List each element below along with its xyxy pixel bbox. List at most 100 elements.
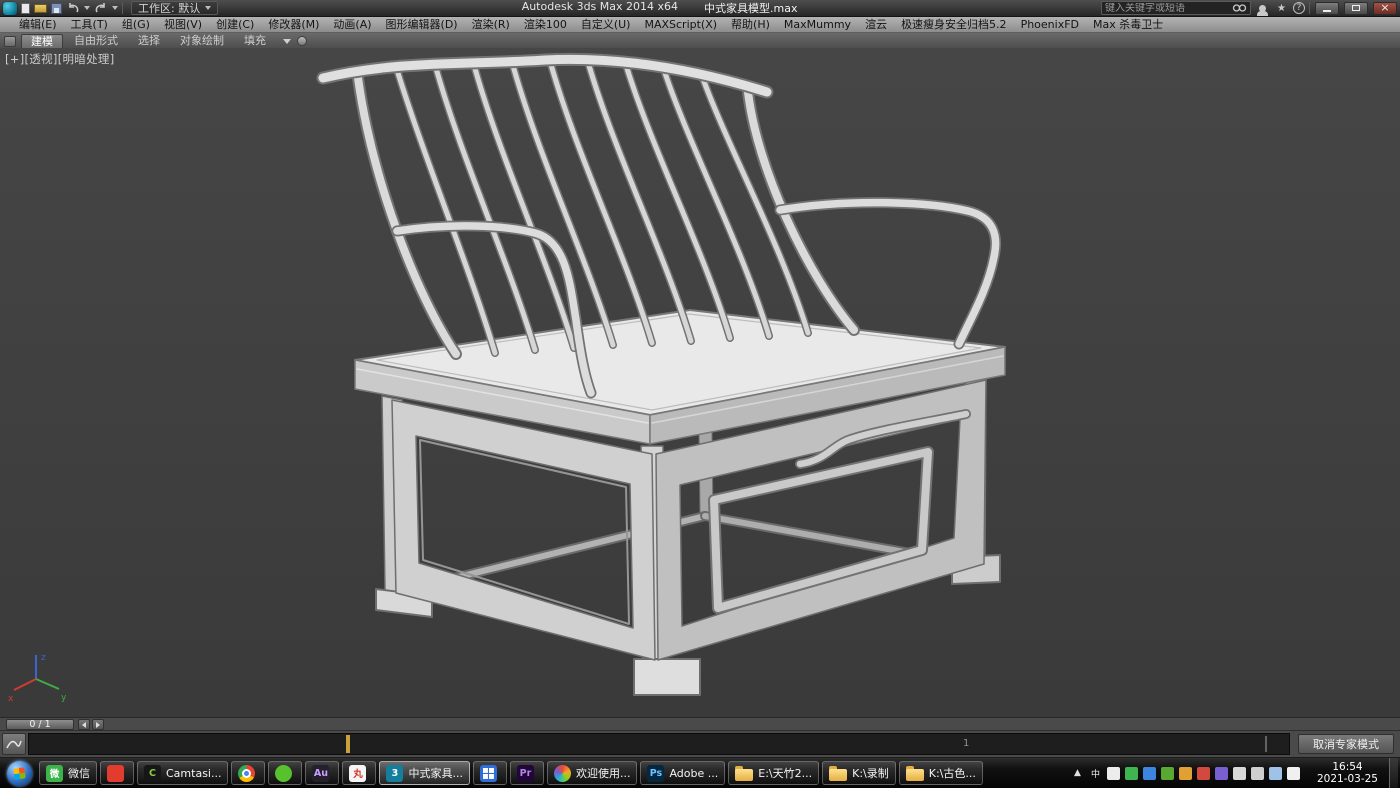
undo-icon[interactable]: [66, 2, 80, 14]
tray-action-center-icon[interactable]: [1287, 767, 1300, 780]
save-file-icon[interactable]: [51, 3, 62, 14]
menu-rendering[interactable]: 渲染(R): [465, 17, 517, 33]
cancel-expert-mode-button[interactable]: 取消专家模式: [1298, 734, 1394, 754]
menu-animation[interactable]: 动画(A): [326, 17, 378, 33]
premiere-icon: Pr: [517, 765, 534, 782]
ribbon-tab-freeform[interactable]: 自由形式: [65, 34, 127, 48]
frame-number-label: 1: [963, 738, 969, 749]
binoculars-icon[interactable]: [1232, 3, 1247, 13]
track-key-tick[interactable]: [346, 735, 350, 753]
arrow-left-icon: [82, 722, 86, 728]
time-slider-thumb[interactable]: 0 / 1: [6, 719, 74, 730]
taskbar-app-red[interactable]: [100, 761, 134, 785]
viewport-pov-menu[interactable]: [透视]: [25, 52, 58, 66]
taskbar-app-chrome[interactable]: [231, 761, 265, 785]
time-slider-track[interactable]: 0 / 1: [0, 717, 1400, 731]
track-bar[interactable]: 1: [28, 733, 1290, 755]
track-end-marker: [1265, 736, 1267, 752]
tray-music-icon[interactable]: [1197, 767, 1210, 780]
open-file-icon[interactable]: [34, 4, 47, 13]
taskbar-folder-k1[interactable]: K:\录制: [822, 761, 896, 785]
taskbar-app-tiles[interactable]: [473, 761, 507, 785]
chevron-down-icon: [205, 6, 211, 10]
menu-group[interactable]: 组(G): [115, 17, 157, 33]
3dsmax-logo-icon[interactable]: [3, 2, 17, 15]
tray-wechat-icon[interactable]: [1125, 767, 1138, 780]
taskbar-app-premiere[interactable]: Pr: [510, 761, 544, 785]
tray-ime-chinese[interactable]: 中: [1089, 767, 1102, 780]
ribbon-tab-modeling[interactable]: 建模: [21, 34, 63, 48]
tray-network-icon[interactable]: [1251, 767, 1264, 780]
previous-frame-button[interactable]: [78, 719, 90, 730]
menu-render100[interactable]: 渲染100: [517, 17, 574, 33]
menu-max-antivirus[interactable]: Max 杀毒卫士: [1086, 17, 1170, 33]
menu-help[interactable]: 帮助(H): [724, 17, 777, 33]
minimize-button[interactable]: [1315, 2, 1339, 15]
viewport-shading-menu[interactable]: [明暗处理]: [58, 52, 115, 66]
tray-qq-icon[interactable]: [1107, 767, 1120, 780]
taskbar-app-green[interactable]: [268, 761, 302, 785]
taskbar-app-3dsmax[interactable]: 3 中式家具...: [379, 761, 470, 785]
redo-icon[interactable]: [94, 2, 108, 14]
menu-maxmummy[interactable]: MaxMummy: [777, 17, 858, 33]
taskbar-folder-k2[interactable]: K:\古色...: [899, 761, 983, 785]
menu-graph-editors[interactable]: 图形编辑器(D): [379, 17, 465, 33]
taskbar-clock[interactable]: 16:54 2021-03-25: [1309, 761, 1386, 786]
menu-customize[interactable]: 自定义(U): [574, 17, 638, 33]
ribbon-config-icon[interactable]: [4, 36, 16, 47]
taskbar-app-wechat[interactable]: 微 微信: [39, 761, 97, 785]
menu-edit[interactable]: 编辑(E): [12, 17, 64, 33]
wan-app-icon: 丸: [349, 765, 366, 782]
chair-3d-model[interactable]: [0, 48, 1400, 717]
menu-maxscript[interactable]: MAXScript(X): [637, 17, 724, 33]
ribbon-tab-object-paint[interactable]: 对象绘制: [171, 34, 233, 48]
menu-views[interactable]: 视图(V): [157, 17, 209, 33]
menu-create[interactable]: 创建(C): [209, 17, 261, 33]
taskbar-app-photoshop[interactable]: Ps Adobe ...: [640, 761, 725, 785]
curve-icon: [6, 738, 22, 750]
taskbar-folder-e[interactable]: E:\天竹2...: [728, 761, 819, 785]
show-desktop-button[interactable]: [1389, 758, 1398, 788]
separator: [1309, 2, 1310, 14]
taskbar-app-label: 中式家具...: [408, 765, 463, 781]
viewport-general-menu[interactable]: [+]: [5, 52, 25, 66]
search-input[interactable]: [1105, 3, 1232, 14]
new-file-icon[interactable]: [21, 3, 30, 14]
workspace-selector[interactable]: 工作区: 默认: [131, 1, 218, 15]
perspective-viewport[interactable]: [+][透视][明暗处理]: [0, 48, 1400, 717]
taskbar-app-wan[interactable]: 丸: [342, 761, 376, 785]
tray-usb-icon[interactable]: [1269, 767, 1282, 780]
undo-dropdown-icon[interactable]: [84, 6, 90, 10]
menu-xuanyun[interactable]: 渲云: [858, 17, 894, 33]
ribbon-tab-populate[interactable]: 填充: [235, 34, 275, 48]
menu-slim-archive[interactable]: 极速瘦身安全归档5.2: [894, 17, 1014, 33]
next-frame-button[interactable]: [92, 719, 104, 730]
redo-dropdown-icon[interactable]: [112, 6, 118, 10]
tray-volume-icon[interactable]: [1233, 767, 1246, 780]
tray-security-icon[interactable]: [1161, 767, 1174, 780]
taskbar-app-welcome[interactable]: 欢迎使用...: [547, 761, 638, 785]
help-icon[interactable]: ?: [1293, 2, 1305, 14]
maximize-button[interactable]: [1344, 2, 1368, 15]
favorites-star-icon[interactable]: ★: [1274, 1, 1289, 15]
ribbon-tab-selection[interactable]: 选择: [129, 34, 169, 48]
ribbon-cycle-button[interactable]: [297, 36, 307, 46]
track-bar-row: 1 取消专家模式: [0, 731, 1400, 758]
taskbar-app-camtasia[interactable]: C Camtasi...: [137, 761, 228, 785]
taskbar-app-label: 欢迎使用...: [576, 765, 631, 781]
infocenter-search: [1101, 1, 1251, 15]
tray-netdisk-icon[interactable]: [1143, 767, 1156, 780]
start-button[interactable]: [2, 758, 36, 788]
taskbar-app-label: K:\录制: [852, 765, 889, 781]
tray-gpu-icon[interactable]: [1215, 767, 1228, 780]
tray-download-icon[interactable]: [1179, 767, 1192, 780]
menu-modifiers[interactable]: 修改器(M): [261, 17, 326, 33]
signin-icon[interactable]: [1255, 1, 1270, 15]
ribbon-minimize-caret-icon[interactable]: [283, 39, 291, 44]
taskbar-app-audition[interactable]: Au: [305, 761, 339, 785]
menu-tools[interactable]: 工具(T): [64, 17, 115, 33]
menu-phoenixfd[interactable]: PhoenixFD: [1014, 17, 1086, 33]
close-button[interactable]: ×: [1373, 2, 1397, 15]
mini-curve-editor-button[interactable]: [2, 733, 26, 755]
tray-hidden-icons[interactable]: ▲: [1071, 767, 1084, 780]
